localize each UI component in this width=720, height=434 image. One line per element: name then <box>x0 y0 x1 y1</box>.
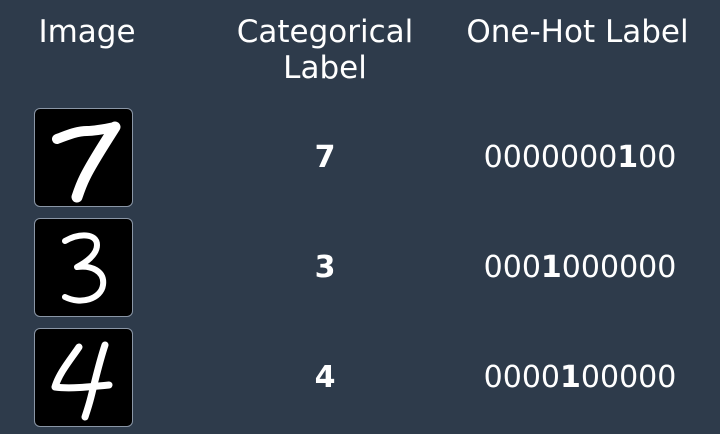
one-hot-digit: 0 <box>502 250 522 285</box>
one-hot-digit: 0 <box>580 360 600 395</box>
one-hot-digit: 0 <box>540 140 561 175</box>
one-hot-digit: 0 <box>638 360 658 395</box>
one-hot-digit: 0 <box>599 360 620 395</box>
one-hot-digit: 0 <box>619 360 639 395</box>
one-hot-digit: 0 <box>580 250 600 285</box>
one-hot-label: 0000100000 <box>460 356 700 400</box>
handwritten-3-icon <box>62 232 107 304</box>
one-hot-digit: 0 <box>483 250 503 285</box>
header-categorical-line2: Label <box>283 50 367 86</box>
digit-image <box>34 328 133 427</box>
table-row: 3 0001000000 <box>0 218 720 318</box>
one-hot-active-digit: 1 <box>540 250 562 285</box>
one-hot-digit: 0 <box>657 140 677 175</box>
header-categorical-label: Categorical Label <box>215 14 435 86</box>
one-hot-digit: 0 <box>502 360 522 395</box>
one-hot-digit: 0 <box>657 250 677 285</box>
one-hot-digit: 0 <box>561 250 581 285</box>
one-hot-digit: 0 <box>579 140 599 175</box>
one-hot-digit: 0 <box>560 140 580 175</box>
categorical-label: 4 <box>314 360 336 395</box>
digit-image <box>34 218 133 317</box>
one-hot-digit: 0 <box>521 250 541 285</box>
one-hot-label: 0000000100 <box>460 136 700 180</box>
one-hot-active-digit: 1 <box>560 360 581 395</box>
one-hot-digit: 0 <box>521 140 541 175</box>
one-hot-active-digit: 1 <box>617 140 639 175</box>
header-categorical-line1: Categorical <box>236 14 414 50</box>
header-one-hot-label: One-Hot Label <box>466 14 689 50</box>
one-hot-digit: 0 <box>599 250 620 285</box>
one-hot-digit: 0 <box>638 140 658 175</box>
one-hot-digit: 0 <box>619 250 639 285</box>
one-hot-digit: 0 <box>502 140 522 175</box>
digit-image <box>34 108 133 207</box>
table-row: 4 0000100000 <box>0 328 720 428</box>
handwritten-7-icon <box>52 121 121 203</box>
one-hot-digit: 0 <box>483 360 503 395</box>
one-hot-digit: 0 <box>638 250 658 285</box>
one-hot-digit: 0 <box>483 140 503 175</box>
one-hot-label: 0001000000 <box>460 246 700 290</box>
categorical-label: 3 <box>314 250 336 285</box>
categorical-label: 7 <box>314 140 336 175</box>
header-image: Image <box>38 14 136 50</box>
table-row: 7 0000000100 <box>0 108 720 208</box>
one-hot-digit: 0 <box>540 360 561 395</box>
one-hot-digit: 0 <box>598 140 618 175</box>
one-hot-digit: 0 <box>657 360 677 395</box>
handwritten-4-icon <box>51 341 113 421</box>
one-hot-digit: 0 <box>521 360 541 395</box>
